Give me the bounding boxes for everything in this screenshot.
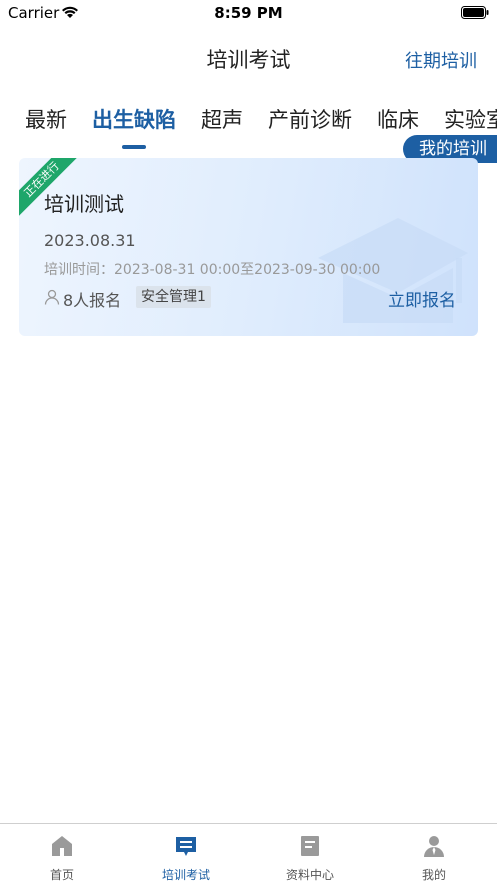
tabbar-label-training: 培训考试 xyxy=(161,868,210,882)
tabbar-label-home: 首页 xyxy=(49,868,74,882)
enroll-now-button[interactable]: 立即报名 xyxy=(388,286,456,311)
tabbar-label-profile: 我的 xyxy=(421,868,446,882)
bottom-tab-bar: 首页 培训考试 资料中心 我的 xyxy=(0,823,497,883)
person-icon xyxy=(44,289,60,305)
document-icon xyxy=(301,836,319,856)
tabbar-item-documents[interactable]: 资料中心 xyxy=(248,824,372,883)
tabbar-item-training[interactable]: 培训考试 xyxy=(124,824,248,883)
past-training-link[interactable]: 往期培训 xyxy=(405,47,477,73)
training-card[interactable]: 正在进行 培训测试 2023.08.31 培训时间：2023-08-31 00:… xyxy=(19,158,478,336)
tab-ultrasound[interactable]: 超声 xyxy=(201,104,243,134)
training-title: 培训测试 xyxy=(44,192,124,216)
home-icon xyxy=(52,836,72,856)
card-footer: 8人报名 安全管理1 立即报名 xyxy=(44,286,456,311)
tab-laboratory[interactable]: 实验室 xyxy=(444,104,497,134)
training-time-range: 培训时间：2023-08-31 00:00至2023-09-30 00:00 xyxy=(44,262,381,278)
training-date: 2023.08.31 xyxy=(44,231,136,250)
training-icon xyxy=(176,837,196,856)
tabbar-item-profile[interactable]: 我的 xyxy=(372,824,496,883)
tabbar-label-documents: 资料中心 xyxy=(285,868,334,882)
tab-latest[interactable]: 最新 xyxy=(25,104,67,134)
profile-icon xyxy=(424,836,444,857)
tab-prenatal-diagnosis[interactable]: 产前诊断 xyxy=(268,104,352,134)
active-tab-indicator xyxy=(122,145,146,149)
tab-clinical[interactable]: 临床 xyxy=(377,104,419,134)
status-time: 8:59 PM xyxy=(214,4,283,22)
battery-icon xyxy=(461,6,489,19)
enroll-count: 8人报名 xyxy=(63,291,122,310)
status-bar: Carrier 8:59 PM xyxy=(0,0,497,26)
tabbar-item-home[interactable]: 首页 xyxy=(0,824,124,883)
category-badge: 安全管理1 xyxy=(136,286,211,308)
tab-birth-defects[interactable]: 出生缺陷 xyxy=(92,104,176,134)
